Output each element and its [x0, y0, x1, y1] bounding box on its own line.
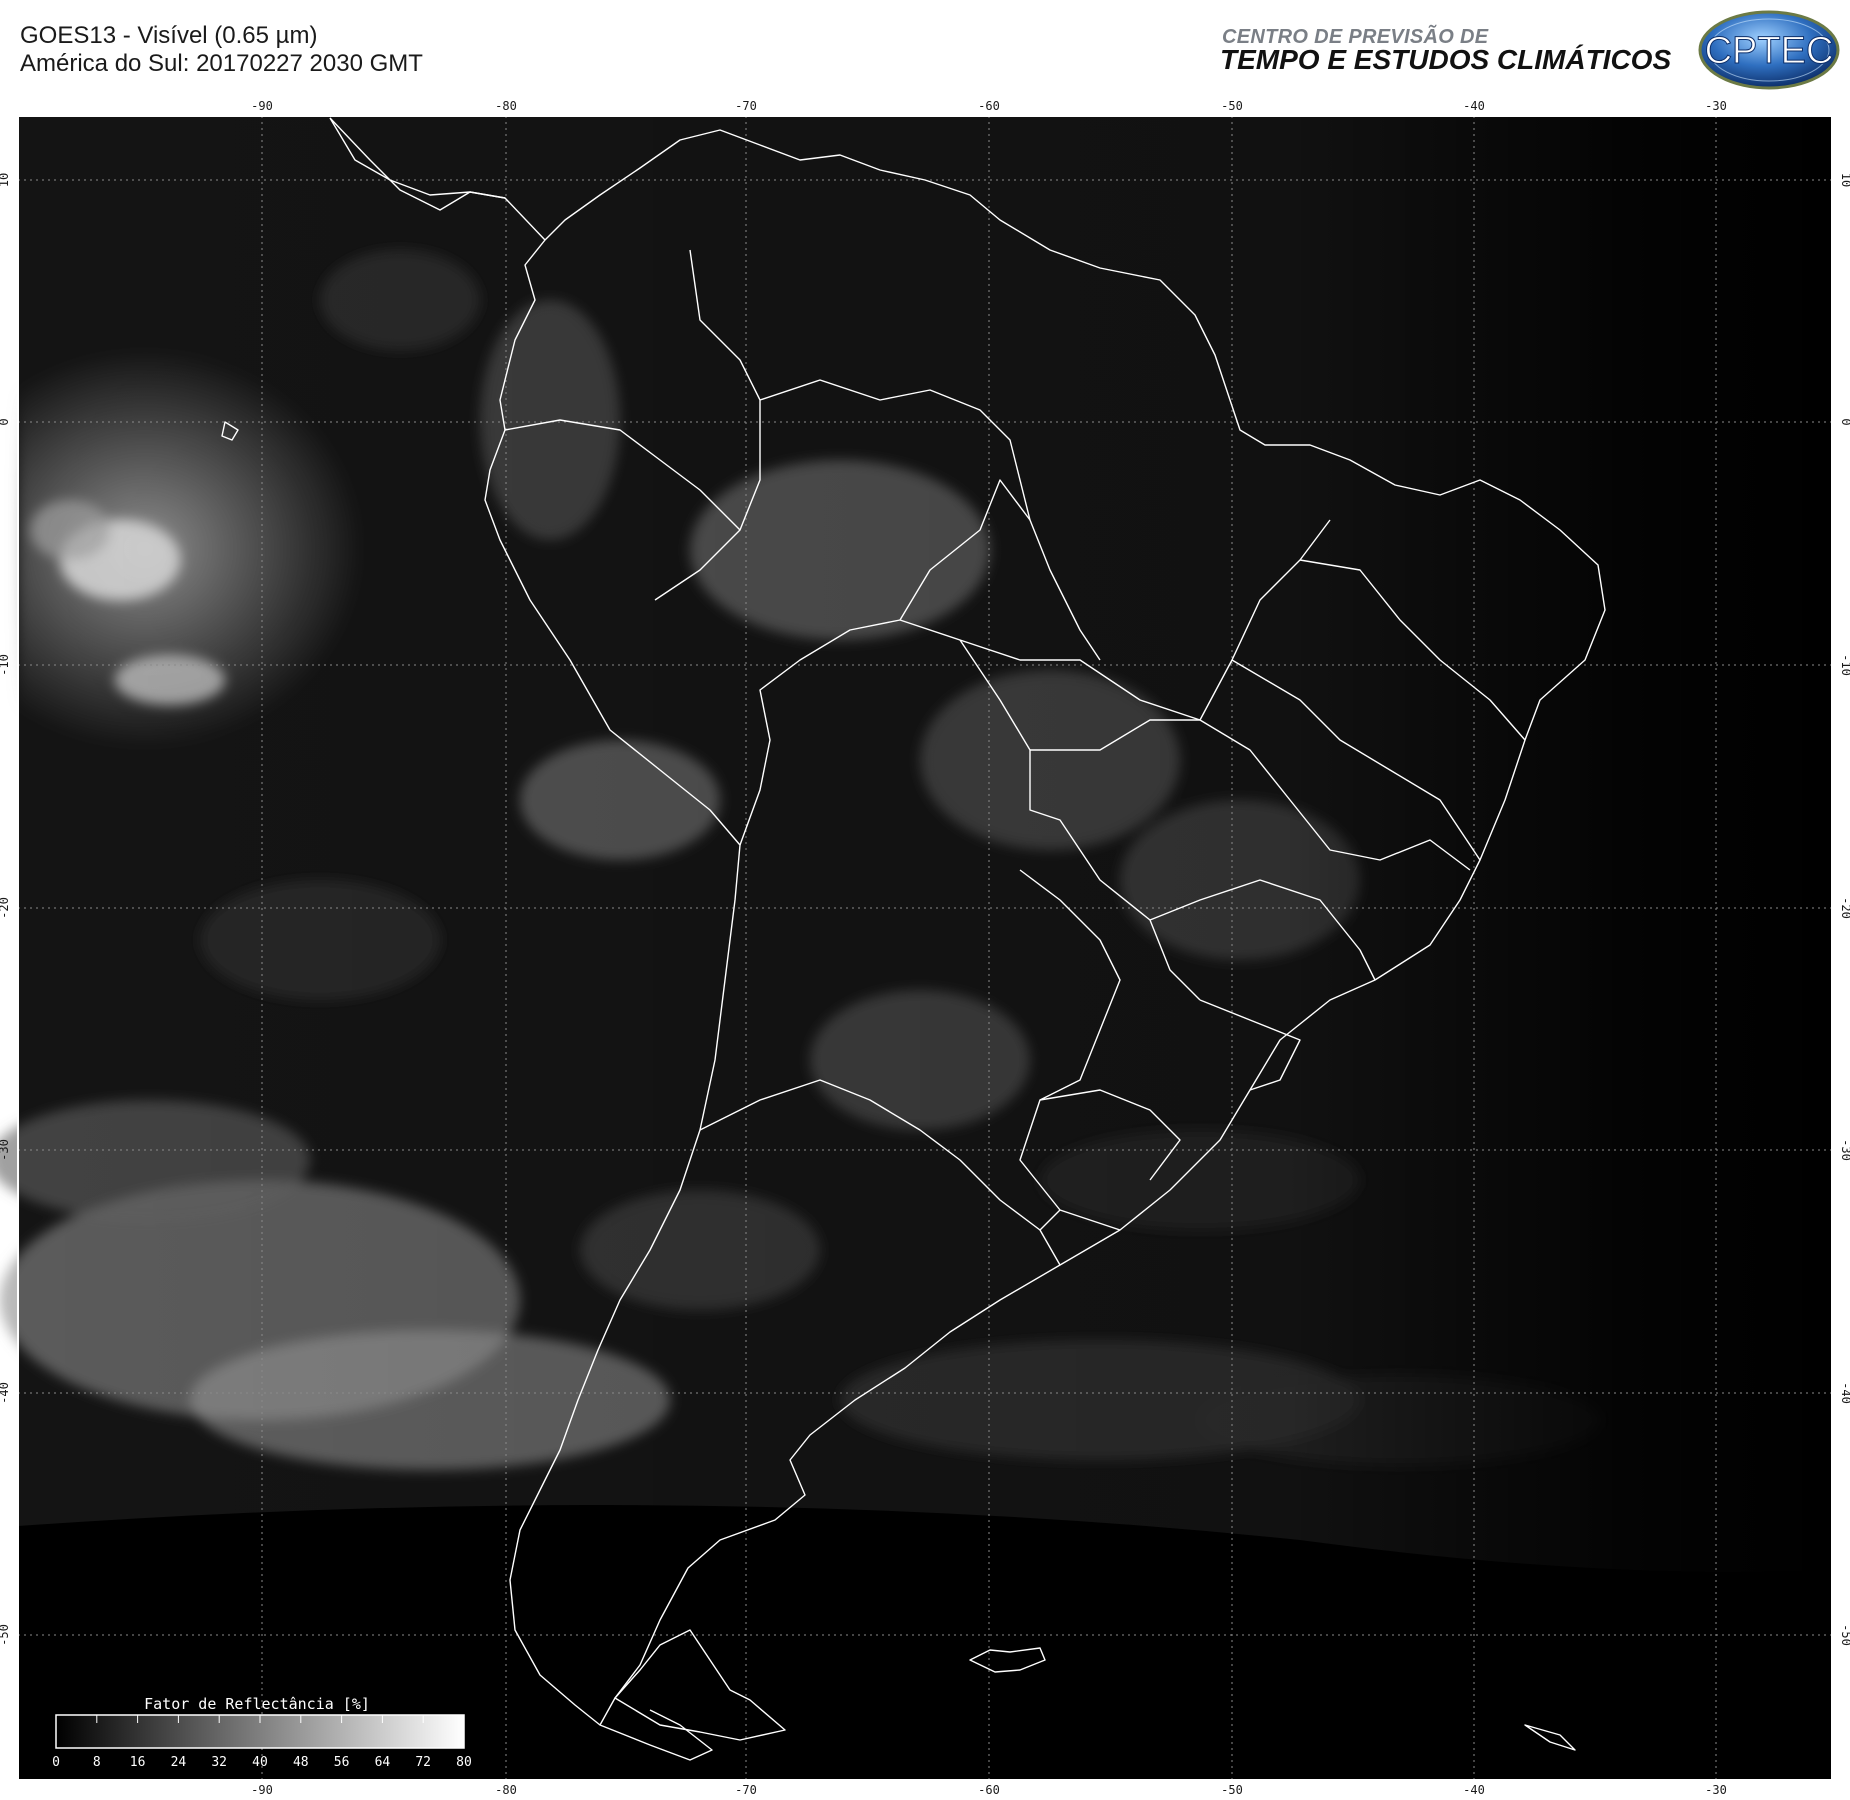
- longitude-tick-label: -50: [1221, 1783, 1243, 1797]
- latitude-tick-label: 0: [1839, 418, 1850, 425]
- longitude-tick-label: -80: [495, 1783, 517, 1797]
- longitude-tick-label: -70: [735, 100, 757, 113]
- header: GOES13 - Visível (0.65 µm) América do Su…: [0, 0, 1850, 100]
- product-title: GOES13 - Visível (0.65 µm): [20, 22, 318, 49]
- longitude-tick-label: -50: [1221, 100, 1243, 113]
- latitude-tick-label: -10: [0, 654, 11, 676]
- latitude-tick-label: -40: [0, 1382, 11, 1404]
- latitude-tick-label: 10: [0, 173, 11, 187]
- longitude-tick-label: -40: [1463, 100, 1485, 113]
- organization-name-line2: TEMPO E ESTUDOS CLIMÁTICOS: [1220, 44, 1672, 75]
- latitude-tick-label: 0: [0, 418, 11, 425]
- longitude-tick-label: -90: [251, 1783, 273, 1797]
- longitude-tick-label: -60: [978, 1783, 1000, 1797]
- latitude-tick-label: -50: [0, 1624, 11, 1646]
- colorbar-tick-label: 56: [334, 1755, 350, 1770]
- latitude-tick-label: -20: [0, 897, 11, 919]
- cptec-logo: CPTEC: [1698, 10, 1840, 90]
- latitude-tick-label: -50: [1839, 1624, 1850, 1646]
- latitude-tick-label: -30: [0, 1139, 11, 1161]
- latitude-tick-label: -20: [1839, 897, 1850, 919]
- colorbar-title: Fator de Reflectância [%]: [144, 1695, 370, 1713]
- latitude-tick-label: -30: [1839, 1139, 1850, 1161]
- latitude-tick-label: -40: [1839, 1382, 1850, 1404]
- colorbar-tick-label: 48: [293, 1755, 309, 1770]
- satellite-map: -90 -90 -80 -80 -70 -70 -60 -60 -50 -50 -40 -40 -30 -…: [0, 100, 1850, 1800]
- colorbar-tick-label: 8: [93, 1755, 101, 1770]
- product-date-title: América do Sul: 20170227 2030 GMT: [20, 50, 423, 77]
- colorbar-tick-label: 24: [171, 1755, 187, 1770]
- colorbar-tick-label: 72: [415, 1755, 431, 1770]
- logo-text: CPTEC: [1705, 30, 1834, 72]
- colorbar-tick-label: 32: [211, 1755, 227, 1770]
- longitude-tick-label: -30: [1705, 100, 1727, 113]
- longitude-tick-label: -40: [1463, 1783, 1485, 1797]
- colorbar-tick-label: 80: [456, 1755, 472, 1770]
- longitude-tick-label: -80: [495, 100, 517, 113]
- colorbar-tick-label: 0: [52, 1755, 60, 1770]
- latitude-tick-label: 10: [1839, 173, 1850, 187]
- colorbar-tick-label: 64: [375, 1755, 391, 1770]
- longitude-tick-label: -70: [735, 1783, 757, 1797]
- longitude-tick-label: -90: [251, 100, 273, 113]
- latitude-tick-label: -10: [1839, 654, 1850, 676]
- colorbar-tick-label: 16: [130, 1755, 146, 1770]
- colorbar-tick-label: 40: [252, 1755, 268, 1770]
- longitude-tick-label: -30: [1705, 1783, 1727, 1797]
- longitude-tick-label: -60: [978, 100, 1000, 113]
